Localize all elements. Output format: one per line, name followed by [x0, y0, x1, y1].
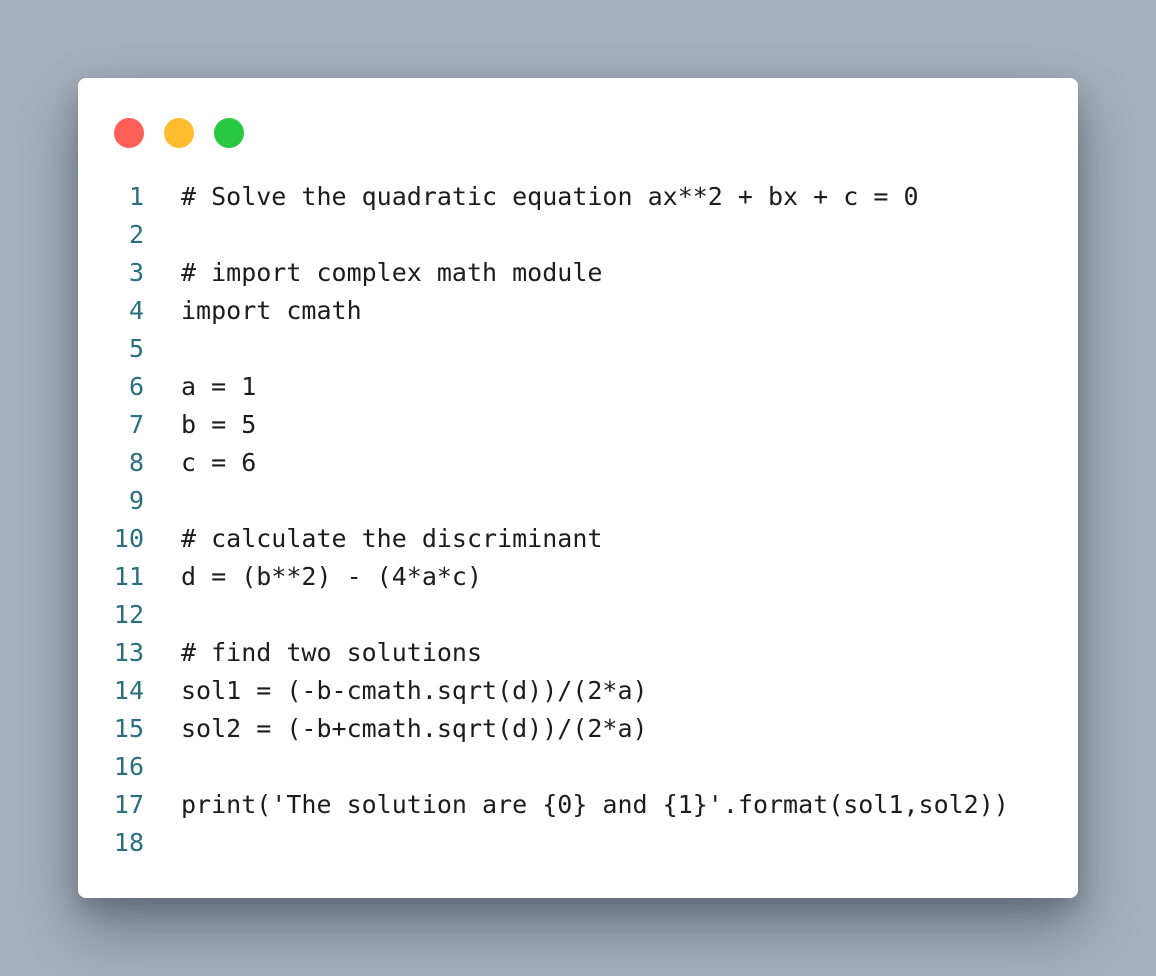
code-text: sol1 = (-b-cmath.sqrt(d))/(2*a) [181, 676, 648, 705]
line-number: 12 [113, 600, 144, 629]
line-number: 16 [113, 752, 144, 781]
line-number: 11 [113, 562, 144, 591]
code-line: 9 [78, 482, 1078, 520]
code-line: 13 # find two solutions [78, 634, 1078, 672]
code-line: 18 [78, 824, 1078, 862]
line-number: 13 [113, 638, 144, 667]
code-line: 12 [78, 596, 1078, 634]
line-number: 3 [128, 258, 144, 287]
maximize-button[interactable] [214, 118, 244, 148]
line-number: 1 [128, 182, 144, 211]
code-line: 8 c = 6 [78, 444, 1078, 482]
code-text: d = (b**2) - (4*a*c) [181, 562, 483, 591]
code-line: 4 import cmath [78, 292, 1078, 330]
close-button[interactable] [114, 118, 144, 148]
code-text: import cmath [181, 296, 362, 325]
line-number: 6 [128, 372, 144, 401]
line-number: 17 [113, 790, 144, 819]
code-line: 17 print('The solution are {0} and {1}'.f… [78, 786, 1078, 824]
code-line: 1 # Solve the quadratic equation ax**2 + … [78, 178, 1078, 216]
code-line: 3 # import complex math module [78, 254, 1078, 292]
code-line: 2 [78, 216, 1078, 254]
code-line: 11 d = (b**2) - (4*a*c) [78, 558, 1078, 596]
code-text: # calculate the discriminant [181, 524, 603, 553]
code-line: 10 # calculate the discriminant [78, 520, 1078, 558]
code-text: print('The solution are {0} and {1}'.for… [181, 790, 1009, 819]
code-editor[interactable]: 1 # Solve the quadratic equation ax**2 + … [78, 178, 1078, 862]
line-number: 4 [128, 296, 144, 325]
code-text: # Solve the quadratic equation ax**2 + b… [181, 182, 919, 211]
minimize-button[interactable] [164, 118, 194, 148]
code-text: sol2 = (-b+cmath.sqrt(d))/(2*a) [181, 714, 648, 743]
code-text: # import complex math module [181, 258, 603, 287]
code-line: 15 sol2 = (-b+cmath.sqrt(d))/(2*a) [78, 710, 1078, 748]
code-window: 1 # Solve the quadratic equation ax**2 + … [78, 78, 1078, 898]
code-line: 6 a = 1 [78, 368, 1078, 406]
line-number: 2 [128, 220, 144, 249]
code-line: 7 b = 5 [78, 406, 1078, 444]
window-controls [114, 118, 244, 148]
line-number: 8 [128, 448, 144, 477]
code-text: b = 5 [181, 410, 257, 439]
code-text: # find two solutions [181, 638, 483, 667]
line-number: 10 [113, 524, 144, 553]
line-number: 5 [128, 334, 144, 363]
line-number: 15 [113, 714, 144, 743]
line-number: 14 [113, 676, 144, 705]
line-number: 7 [128, 410, 144, 439]
code-line: 16 [78, 748, 1078, 786]
code-text: a = 1 [181, 372, 257, 401]
line-number: 18 [113, 828, 144, 857]
code-line: 5 [78, 330, 1078, 368]
code-text: c = 6 [181, 448, 257, 477]
code-line: 14 sol1 = (-b-cmath.sqrt(d))/(2*a) [78, 672, 1078, 710]
line-number: 9 [128, 486, 144, 515]
